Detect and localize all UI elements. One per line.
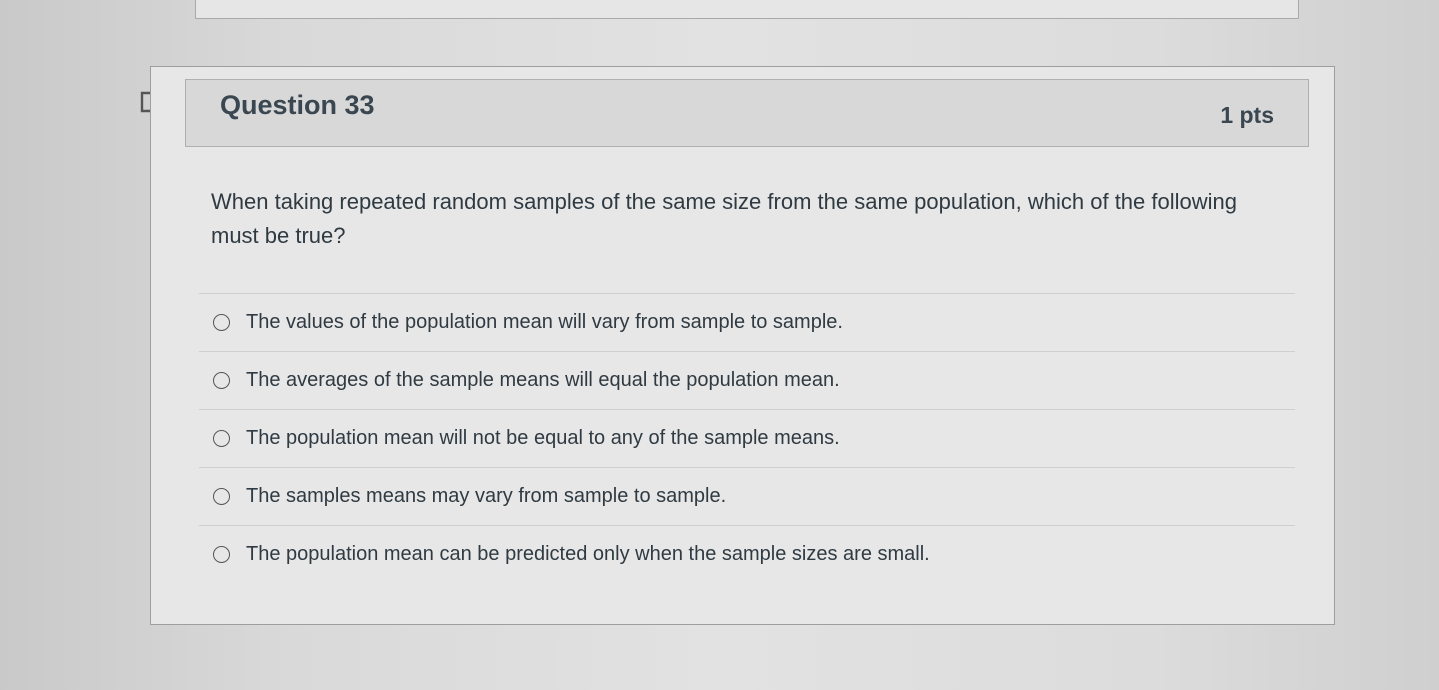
answer-label: The averages of the sample means will eq… [246,369,840,391]
radio-button[interactable] [213,372,230,389]
question-points: 1 pts [1220,102,1274,128]
radio-button[interactable] [213,546,230,563]
answer-option[interactable]: The population mean can be predicted onl… [199,525,1295,583]
answer-option[interactable]: The averages of the sample means will eq… [199,351,1295,409]
radio-button[interactable] [213,430,230,447]
answer-label: The population mean can be predicted onl… [246,543,930,565]
answer-label: The samples means may vary from sample t… [246,485,727,507]
question-title: Question 33 [220,90,375,120]
radio-button[interactable] [213,314,230,331]
answer-label: The values of the population mean will v… [246,311,843,333]
answer-option[interactable]: The samples means may vary from sample t… [199,467,1295,525]
answer-option[interactable]: The values of the population mean will v… [199,293,1295,351]
question-card: Question 33 1 pts When taking repeated r… [150,66,1335,625]
radio-button[interactable] [213,488,230,505]
previous-question-card [195,0,1299,19]
answer-option[interactable]: The population mean will not be equal to… [199,409,1295,467]
answer-list: The values of the population mean will v… [199,293,1295,583]
question-text: When taking repeated random samples of t… [211,189,1237,248]
answer-label: The population mean will not be equal to… [246,427,840,449]
question-header: Question 33 1 pts [185,79,1309,147]
